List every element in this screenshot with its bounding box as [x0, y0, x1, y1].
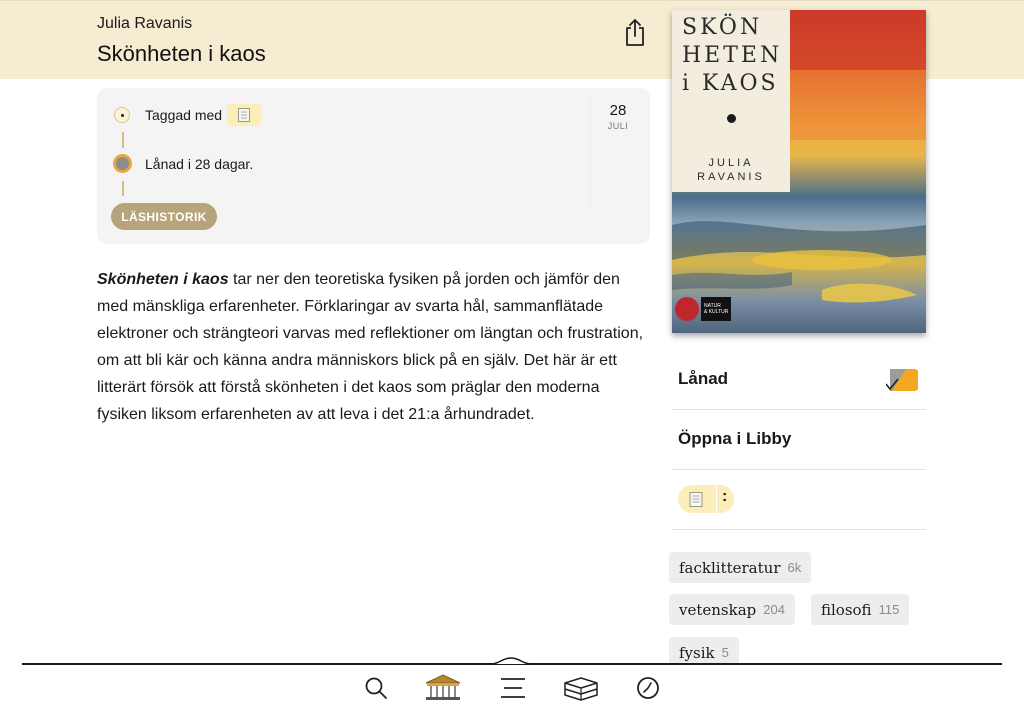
timeline-loan-dot [113, 154, 132, 173]
loan-timeline-card: Taggad med Lånad i 28 dagar. LÄSHISTORIK… [97, 88, 650, 244]
search-icon[interactable] [364, 675, 388, 701]
subject-name: filosofi [821, 600, 872, 619]
publisher-tree-logo [675, 297, 699, 321]
cover-title: SKÖN HETEN i KAOS [682, 15, 783, 96]
tag-chip[interactable] [227, 104, 261, 126]
book-title: Skönheten i kaos [97, 41, 266, 66]
notebook-icon [689, 492, 703, 507]
subject-tag[interactable]: filosofi 115 [811, 594, 910, 625]
tag-menu-button[interactable]: : [722, 488, 727, 506]
tags-row: : [672, 469, 926, 530]
cover-title-panel: SKÖN HETEN i KAOS JULIA RAVANIS [672, 10, 790, 192]
share-icon [626, 19, 644, 46]
cover-author: JULIA RAVANIS [697, 157, 765, 183]
subject-name: fysik [679, 643, 715, 662]
description-text: tar ner den teoretiska fysiken på jorden… [97, 271, 644, 423]
activity-clock-icon[interactable] [636, 675, 660, 701]
bottom-navigation [0, 657, 1024, 712]
loan-checkmark-icon [886, 369, 918, 391]
reading-history-button[interactable]: LÄSHISTORIK [111, 203, 217, 230]
open-in-libby-label: Öppna i Libby [678, 429, 792, 448]
subject-tag[interactable]: facklitteratur 6k [669, 552, 812, 583]
tag-pill[interactable]: : [678, 485, 734, 513]
loan-duration-text: Lånad i 28 dagar. [145, 156, 254, 172]
cover-dot [727, 114, 736, 123]
book-cover[interactable]: SKÖN HETEN i KAOS JULIA RAVANIS NATUR & … [672, 10, 926, 333]
subject-count: 204 [763, 602, 785, 617]
timeline-connector [122, 132, 124, 148]
subject-count: 115 [878, 602, 900, 617]
library-icon[interactable] [424, 673, 462, 701]
card-divider [590, 98, 591, 208]
tagged-label: Taggad med [145, 107, 223, 123]
tag-pill-divider [716, 485, 717, 513]
description-title: Skönheten i kaos [97, 271, 229, 288]
timeline-tag-dot [114, 107, 130, 123]
publisher-logo: NATUR & KULTUR [701, 297, 731, 321]
book-author[interactable]: Julia Ravanis [97, 15, 192, 33]
subject-name: vetenskap [679, 600, 757, 619]
loan-date-day: 28 [609, 102, 627, 119]
notebook-icon [238, 108, 250, 122]
loan-date-month: JULI [607, 121, 629, 131]
shelf-icon[interactable] [563, 675, 599, 701]
open-in-libby-row[interactable]: Öppna i Libby [672, 409, 926, 470]
loan-status-row[interactable]: Lånad [672, 349, 926, 410]
subject-count: 5 [721, 645, 729, 660]
subject-count: 6k [787, 560, 802, 575]
timeline-connector [122, 181, 124, 196]
book-description: Skönheten i kaos tar ner den teoretiska … [97, 266, 653, 428]
menu-icon[interactable] [500, 677, 526, 699]
share-button[interactable] [623, 17, 647, 47]
loan-status-label: Lånad [678, 369, 729, 388]
nav-notch [490, 657, 532, 665]
subject-name: facklitteratur [679, 558, 781, 577]
subject-tag[interactable]: vetenskap 204 [669, 594, 795, 625]
